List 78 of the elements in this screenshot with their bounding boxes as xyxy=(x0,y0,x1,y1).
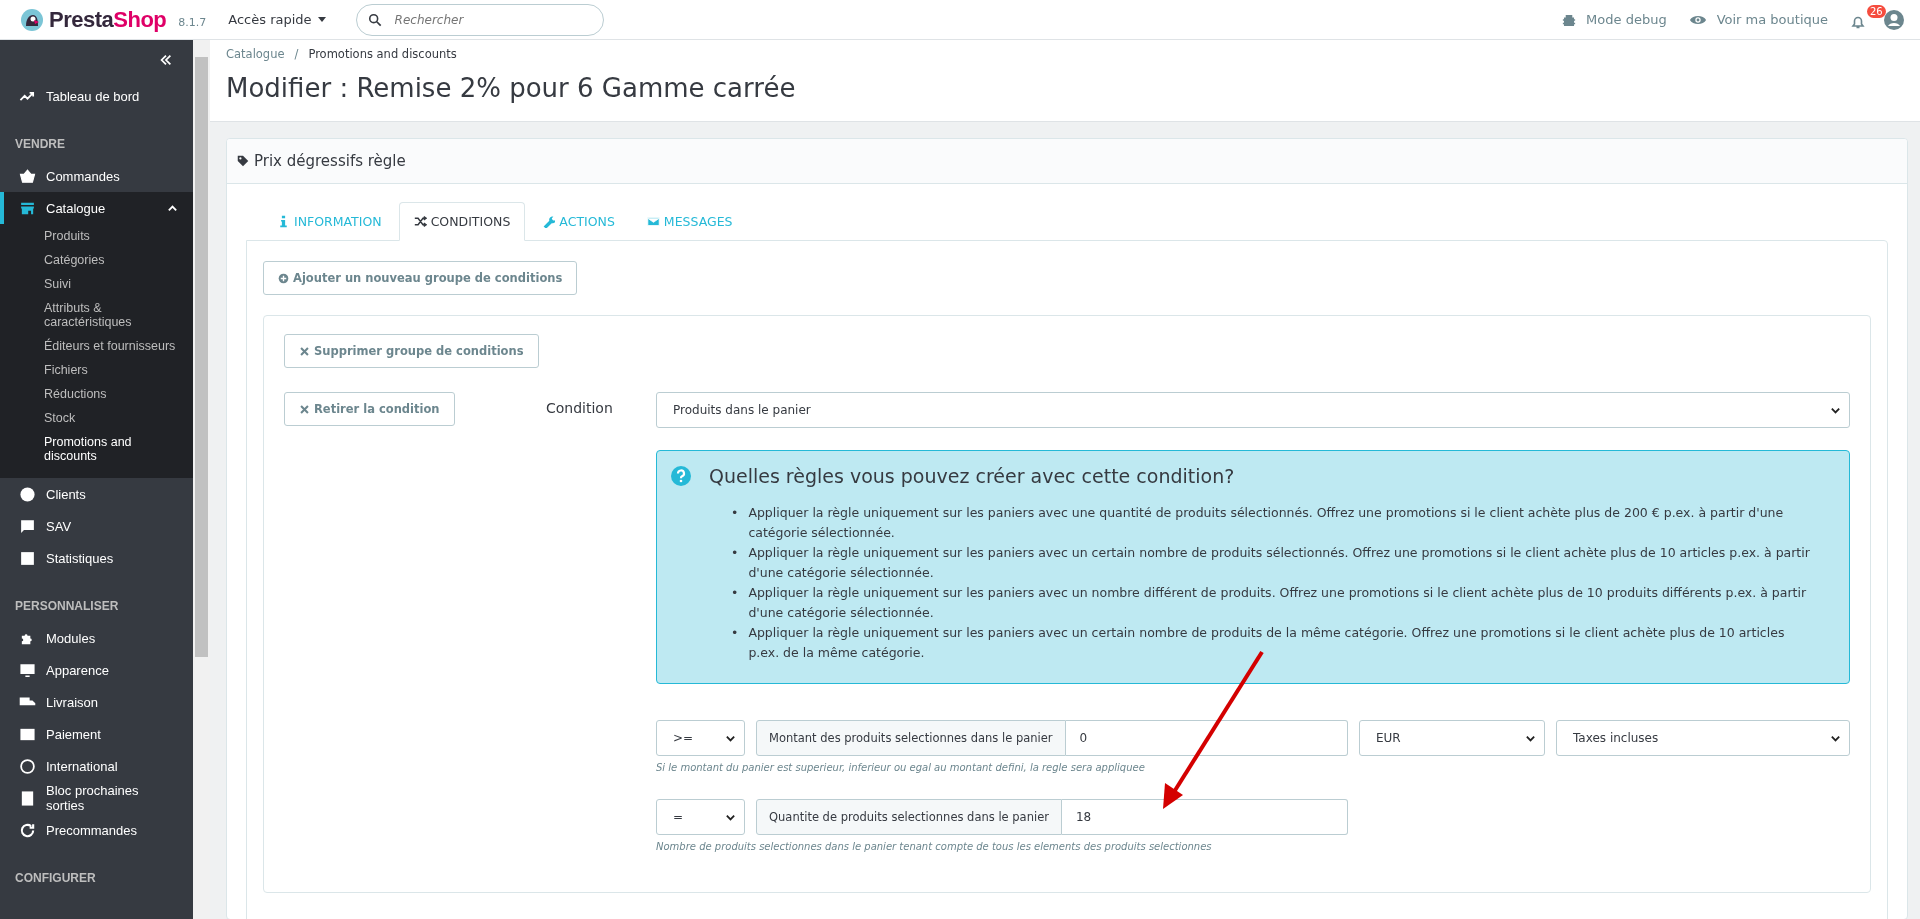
breadcrumb-link[interactable]: Catalogue xyxy=(226,47,285,61)
sidebar-item[interactable]: Livraison xyxy=(0,686,193,718)
breadcrumb-link[interactable]: Promotions and discounts xyxy=(308,47,457,61)
view-shop-link[interactable]: Voir ma boutique xyxy=(1688,12,1828,27)
condition-label: Condition xyxy=(546,399,614,418)
close-icon xyxy=(299,345,310,357)
tag-icon xyxy=(237,155,249,167)
value-input[interactable]: 18 xyxy=(1061,799,1348,835)
sidebar-item[interactable]: Statistiques xyxy=(0,542,193,574)
help-list-item: Appliquer la règle uniquement sur les paniers avec un nombre différent de produits. Offrez une promotions si le client achète plus de 10 produits différents p.ex. à partir d'une catégorie sélectionnée. xyxy=(748,584,1808,622)
sidebar-item[interactable]: Clients xyxy=(0,478,193,510)
bullet: • xyxy=(731,544,739,562)
sidebar-subitem[interactable]: Éditeurs et fournisseurs xyxy=(0,334,193,358)
sidebar-subitem[interactable]: Attributs & caractéristiques xyxy=(0,296,193,334)
sidebar-subitem[interactable]: Catégories xyxy=(0,248,193,272)
search-icon xyxy=(367,12,382,27)
debug-mode-link[interactable]: Mode debug xyxy=(1562,12,1667,27)
sidebar-item[interactable]: Commandes xyxy=(0,160,193,192)
sidebar-section-heading: PERSONNALISER xyxy=(14,598,120,615)
sidebar-item[interactable]: International xyxy=(0,750,193,782)
breadcrumb-separator: / xyxy=(294,47,299,61)
bug-icon xyxy=(1562,12,1577,27)
operator-select[interactable]: = xyxy=(656,799,745,835)
bullet: • xyxy=(731,584,739,602)
sidebar-item[interactable]: Precommandes xyxy=(0,814,193,846)
brand-logo-text: PrestaShop xyxy=(49,6,167,33)
sidebar-item[interactable]: Modules xyxy=(0,622,193,654)
sidebar-subitem[interactable]: Promotions and discounts xyxy=(0,430,193,468)
help-list-item: Appliquer la règle uniquement sur les paniers avec un certain nombre de produits sélectionnés. Offrez une promotions si le client achète plus de 10 articles p.ex. à partir d'une catégorie sélectionnée. xyxy=(748,544,1811,582)
wrench-icon xyxy=(542,215,556,228)
envelope-icon xyxy=(646,215,660,228)
version-label: 8.1.7 xyxy=(178,16,207,29)
info-icon xyxy=(277,215,290,228)
sidebar-subitem[interactable]: Suivi xyxy=(0,272,193,296)
notification-count-badge: 26 xyxy=(1867,4,1886,18)
sidebar-item[interactable]: Tableau de bord xyxy=(0,80,193,112)
sidebar-item[interactable]: Bloc prochaines sorties xyxy=(0,782,193,814)
tax-select[interactable]: Taxes incluses xyxy=(1556,720,1850,756)
add-condition-group-button[interactable]: Ajouter un nouveau groupe de conditions xyxy=(263,261,578,295)
search-field[interactable]: Rechercher xyxy=(355,3,604,36)
value-input[interactable]: 0 xyxy=(1065,720,1348,756)
quick-access-menu[interactable]: Accès rapide xyxy=(228,12,326,27)
help-list-item: Appliquer la règle uniquement sur les paniers avec un certain nombre de produits de la même catégorie. Offrez une promotions si le client achète plus de 10 articles p.ex. de la même catégorie. xyxy=(748,624,1786,662)
close-icon xyxy=(299,403,310,415)
field-hint: Nombre de produits selectionnes dans le panier tenant compte de tous les elements des produits selectionnes xyxy=(656,841,1213,852)
puffin-logo-icon xyxy=(20,7,44,32)
sidebar-item[interactable]: SAV xyxy=(0,510,193,542)
sidebar-item[interactable]: Paiement xyxy=(0,718,193,750)
help-title: Quelles règles vous pouvez créer avec cette condition? xyxy=(709,465,1235,487)
tab[interactable]: CONDITIONS xyxy=(398,202,526,241)
sidebar-section-heading: CONFIGURER xyxy=(14,870,97,887)
sidebar-subitem[interactable]: Stock xyxy=(0,406,193,430)
sidebar-subitem[interactable]: Réductions xyxy=(0,382,193,406)
condition-select[interactable]: Produits dans le panier xyxy=(656,392,1850,428)
question-icon xyxy=(671,466,691,486)
refresh-icon xyxy=(19,821,36,839)
currency-select[interactable]: EUR xyxy=(1359,720,1545,756)
input-addon-label: Montant des produits selectionnes dans le panier xyxy=(756,720,1066,756)
sidebar-section-heading: VENDRE xyxy=(14,136,66,153)
sidebar-item[interactable]: Apparence xyxy=(0,654,193,686)
delete-group-button[interactable]: Supprimer groupe de conditions xyxy=(284,334,539,368)
plus-circle-icon xyxy=(278,272,289,284)
input-addon-label: Quantite de produits selectionnes dans le panier xyxy=(756,799,1062,835)
panel-title: Prix dégressifs règle xyxy=(254,152,406,170)
monitor-icon xyxy=(19,661,36,679)
user-avatar-icon[interactable] xyxy=(1884,9,1904,30)
help-list-item: Appliquer la règle uniquement sur les paniers avec une quantité de produits sélectionnés. Offrez une promotions si le client achète plus de 200 € p.ex. à partir d'une catégorie sélectionnée. xyxy=(748,504,1785,542)
bullet: • xyxy=(731,624,739,642)
page-title: Modifier : Remise 2% pour 6 Gamme carrée xyxy=(226,73,797,103)
sidebar-subitem[interactable]: Fichiers xyxy=(0,358,193,382)
remove-condition-button[interactable]: Retirer la condition xyxy=(284,392,455,426)
bullet: • xyxy=(731,504,739,522)
operator-select[interactable]: >= xyxy=(656,720,745,756)
shuffle-icon xyxy=(413,215,427,228)
chat-icon xyxy=(19,517,36,535)
sidebar-subitem[interactable]: Produits xyxy=(0,224,193,248)
collapse-sidebar-icon[interactable] xyxy=(159,53,173,67)
field-hint: Si le montant du panier est superieur, inferieur ou egal au montant defini, la regle sera appliquee xyxy=(656,762,1146,773)
